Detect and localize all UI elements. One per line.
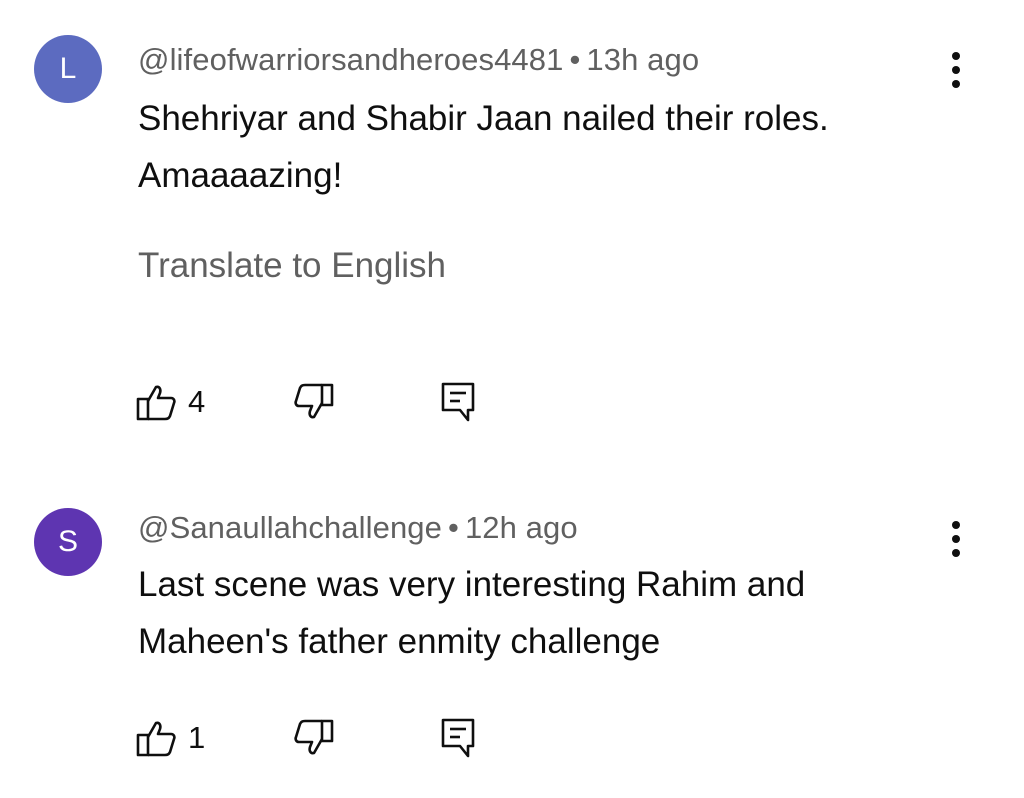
comment: S @Sanaullahchallenge • 12h ago Last scene…: [0, 470, 1024, 798]
author-name[interactable]: @Sanaullahchallenge: [138, 510, 442, 545]
comment-header: @lifeofwarriorsandheroes4481 • 13h ago: [138, 42, 699, 78]
translate-link[interactable]: Translate to English: [138, 246, 446, 286]
more-vert-icon: [952, 52, 960, 88]
thumbs-up-icon: [136, 385, 176, 421]
like-button[interactable]: 1: [130, 708, 205, 768]
thumbs-down-icon: [294, 719, 334, 755]
avatar-letter: L: [59, 52, 77, 85]
like-count: 4: [188, 384, 206, 419]
comment-actions: 4: [130, 372, 530, 432]
comment-time: 12h ago: [464, 510, 578, 545]
reply-icon: [441, 382, 475, 422]
separator-dot: •: [569, 42, 581, 77]
more-options-button[interactable]: [936, 45, 976, 95]
reply-icon: [441, 718, 475, 758]
more-vert-icon: [952, 521, 960, 557]
comment: L @lifeofwarriorsandheroes4481 • 13h ago S…: [0, 0, 1024, 470]
avatar[interactable]: S: [34, 508, 102, 576]
avatar[interactable]: L: [34, 35, 102, 103]
comment-time: 13h ago: [586, 42, 700, 77]
avatar-letter: S: [57, 525, 78, 558]
separator-dot: •: [447, 510, 459, 545]
reply-button[interactable]: [438, 708, 478, 768]
author-name[interactable]: @lifeofwarriorsandheroes4481: [138, 42, 563, 77]
like-button[interactable]: 4: [130, 372, 205, 432]
comment-text: Last scene was very interesting Rahim an…: [138, 565, 806, 661]
like-count: 1: [188, 720, 206, 755]
reply-button[interactable]: [438, 372, 478, 432]
more-options-button[interactable]: [936, 514, 976, 564]
thumbs-up-icon: [136, 721, 176, 757]
dislike-button[interactable]: [292, 708, 340, 768]
comment-header: @Sanaullahchallenge • 12h ago: [138, 510, 578, 546]
comment-text: Shehriyar and Shabir Jaan nailed their r…: [138, 99, 829, 195]
comment-actions: 1: [130, 708, 530, 768]
dislike-button[interactable]: [292, 372, 340, 432]
thumbs-down-icon: [294, 383, 334, 419]
